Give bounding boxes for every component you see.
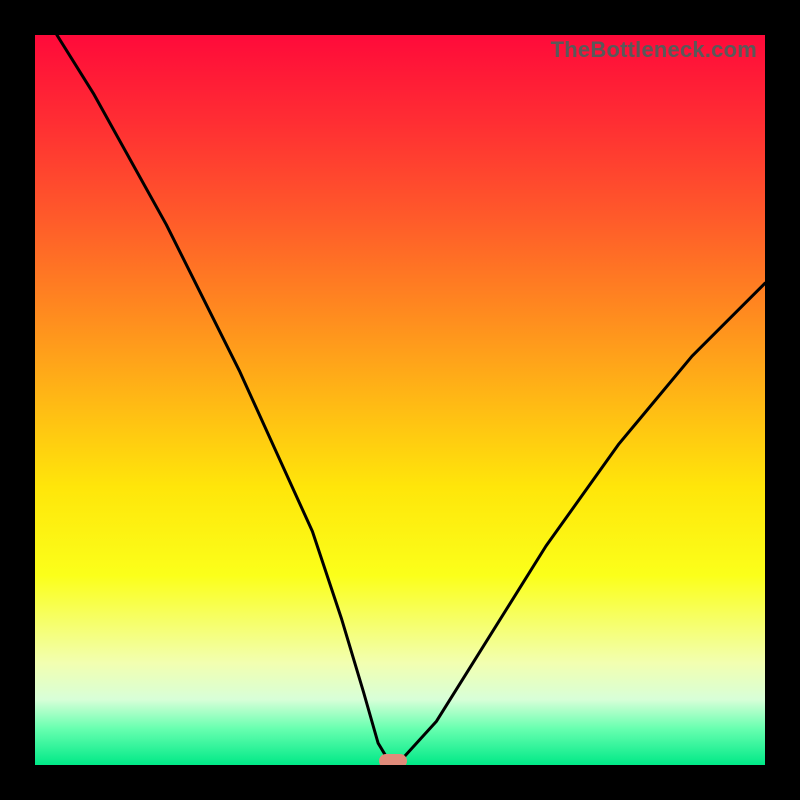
curve-path — [57, 35, 765, 761]
chart-frame: TheBottleneck.com — [0, 0, 800, 800]
bottleneck-curve — [35, 35, 765, 765]
plot-area: TheBottleneck.com — [35, 35, 765, 765]
optimum-marker — [379, 754, 407, 765]
